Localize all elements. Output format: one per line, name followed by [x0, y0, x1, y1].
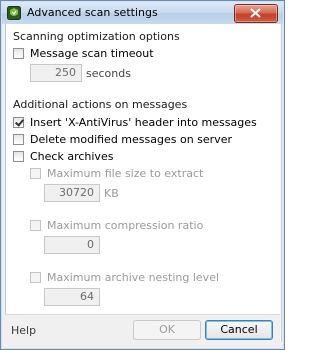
message-timeout-input[interactable]: 250: [30, 64, 82, 82]
ok-button[interactable]: OK: [133, 320, 201, 340]
delete-modified-checkbox[interactable]: [13, 133, 24, 145]
delete-modified-label: Delete modified messages on server: [30, 132, 232, 146]
dialog-content: Scanning optimization options Message sc…: [5, 24, 282, 342]
max-nesting-checkbox[interactable]: [30, 271, 41, 283]
check-archives-label: Check archives: [30, 149, 114, 163]
message-timeout-label: Message scan timeout: [30, 46, 154, 60]
max-compression-input[interactable]: 0: [44, 236, 100, 254]
dialog-window: Advanced scan settings Scanning optimiza…: [0, 0, 285, 350]
max-nesting-option[interactable]: Maximum archive nesting level: [30, 270, 219, 284]
insert-header-checkbox[interactable]: [13, 116, 24, 128]
check-archives-option[interactable]: Check archives: [13, 149, 113, 163]
max-nesting-input[interactable]: 64: [44, 288, 100, 306]
section-title-additional-actions: Additional actions on messages: [13, 98, 188, 111]
max-file-size-input[interactable]: 30720: [44, 184, 100, 202]
close-button[interactable]: [234, 4, 278, 23]
insert-header-option[interactable]: Insert 'X-AntiVirus' header into message…: [13, 115, 257, 129]
message-timeout-option[interactable]: Message scan timeout: [13, 46, 154, 60]
max-compression-option[interactable]: Maximum compression ratio: [30, 218, 203, 232]
message-timeout-unit: seconds: [86, 67, 131, 80]
max-compression-label: Maximum compression ratio: [47, 218, 204, 232]
max-compression-checkbox[interactable]: [30, 219, 41, 231]
message-timeout-checkbox[interactable]: [13, 47, 24, 59]
max-file-size-checkbox[interactable]: [30, 167, 41, 179]
app-logo-icon: [7, 6, 21, 20]
delete-modified-option[interactable]: Delete modified messages on server: [13, 132, 232, 146]
check-archives-checkbox[interactable]: [13, 150, 24, 162]
section-title-scan-optimization: Scanning optimization options: [13, 30, 180, 43]
close-icon: [250, 8, 261, 18]
cancel-button[interactable]: Cancel: [205, 320, 273, 340]
help-link[interactable]: Help: [11, 324, 36, 337]
title-bar[interactable]: Advanced scan settings: [2, 2, 283, 24]
max-file-size-unit: KB: [104, 187, 119, 200]
dialog-footer: Help OK Cancel: [5, 314, 280, 343]
max-nesting-label: Maximum archive nesting level: [47, 270, 220, 284]
max-file-size-label: Maximum file size to extract: [47, 166, 204, 180]
max-file-size-option[interactable]: Maximum file size to extract: [30, 166, 203, 180]
window-title: Advanced scan settings: [27, 6, 158, 19]
insert-header-label: Insert 'X-AntiVirus' header into message…: [30, 115, 257, 129]
